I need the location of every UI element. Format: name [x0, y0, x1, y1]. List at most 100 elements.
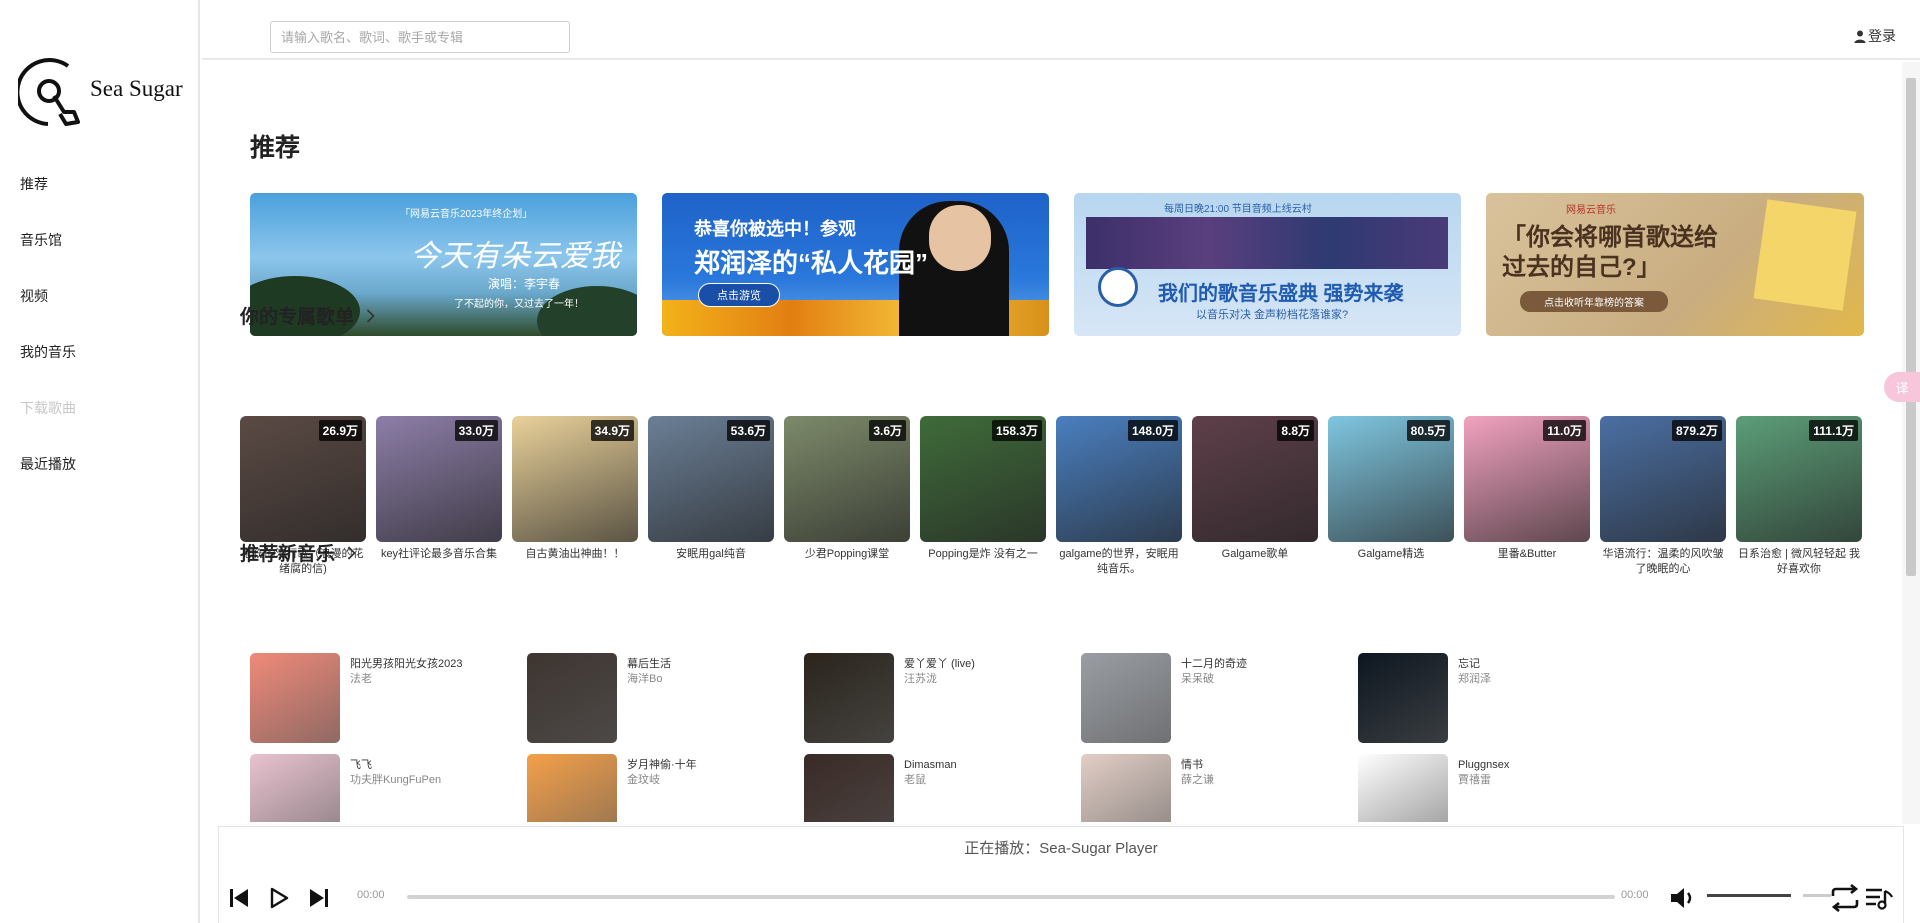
song-item[interactable]: 忘记 郑润泽 — [1358, 653, 1628, 745]
sidebar-item-my-music[interactable]: 我的音乐 — [20, 343, 76, 399]
song-item[interactable]: 飞飞 功夫胖KungFuPen — [250, 754, 520, 822]
banner-4-button[interactable]: 点击收听年靠榜的答案 — [1520, 291, 1668, 312]
playlist-name[interactable]: 日系治愈 | 微风轻轻起 我好喜欢你 — [1736, 547, 1862, 577]
playlist-name[interactable]: 少君Popping课堂 — [784, 547, 910, 562]
song-item[interactable]: Pluggnsex 賈禧雷 — [1358, 754, 1628, 822]
main-scrollbar[interactable] — [1902, 62, 1920, 824]
song-item[interactable]: 岁月神偷·十年 金玟岐 — [527, 754, 797, 822]
song-artist[interactable]: 老鼠 — [904, 773, 957, 788]
playlist-cover[interactable]: 158.3万 — [920, 416, 1046, 542]
song-item[interactable]: Dimasman 老鼠 — [804, 754, 1074, 822]
playlist-cover[interactable]: 33.0万 — [376, 416, 502, 542]
song-cover[interactable] — [527, 653, 617, 743]
playlist-card[interactable]: 158.3万 Popping是炸 没有之一 — [920, 416, 1046, 562]
progress-bar[interactable] — [407, 895, 1615, 899]
song-cover[interactable] — [527, 754, 617, 822]
playlist-name[interactable]: key社评论最多音乐合集 — [376, 547, 502, 562]
playlist-card[interactable]: 80.5万 Galgame精选 — [1328, 416, 1454, 562]
playlist-cover[interactable]: 80.5万 — [1328, 416, 1454, 542]
playlist-cover[interactable]: 3.6万 — [784, 416, 910, 542]
song-artist[interactable]: 郑润泽 — [1458, 672, 1491, 687]
playlist-name[interactable]: 安眠用gal纯音 — [648, 547, 774, 562]
playlist-card[interactable]: 879.2万华语流行：温柔的风吹皱了晚眠的心 — [1600, 416, 1726, 577]
playlist-card[interactable]: 148.0万 galgame的世界，安眠用纯音乐。 — [1056, 416, 1182, 577]
playlist-cover[interactable]: 8.8万 — [1192, 416, 1318, 542]
song-artist[interactable]: 賈禧雷 — [1458, 773, 1509, 788]
song-item[interactable]: 十二月的奇迹 呆呆破 — [1081, 653, 1351, 745]
playlist-name[interactable]: 华语流行：温柔的风吹皱了晚眠的心 — [1600, 547, 1726, 577]
song-item[interactable]: 爱丫爱丫 (live) 汪苏泷 — [804, 653, 1074, 745]
song-title[interactable]: 飞飞 — [350, 758, 441, 773]
next-button[interactable] — [305, 885, 333, 911]
song-artist[interactable]: 薛之谦 — [1181, 773, 1214, 788]
playlist-card[interactable]: 11.0万里番&Butter — [1464, 416, 1590, 562]
song-artist[interactable]: 功夫胖KungFuPen — [350, 773, 441, 788]
repeat-button[interactable] — [1829, 884, 1861, 912]
song-title[interactable]: 幕后生活 — [627, 657, 671, 672]
song-cover[interactable] — [804, 653, 894, 743]
song-artist[interactable]: 金玟岐 — [627, 773, 697, 788]
song-title[interactable]: Dimasman — [904, 758, 957, 773]
playlist-card[interactable]: 33.0万 key社评论最多音乐合集 — [376, 416, 502, 562]
song-artist[interactable]: 法老 — [350, 672, 462, 687]
search-input[interactable] — [270, 21, 570, 53]
playlist-card[interactable]: 34.9万自古黄油出神曲！！ — [512, 416, 638, 562]
playlist-cover[interactable]: 879.2万 — [1600, 416, 1726, 542]
playlist-cover[interactable]: 34.9万 — [512, 416, 638, 542]
song-cover[interactable] — [250, 653, 340, 743]
sidebar-item-recommend[interactable]: 推荐 — [20, 175, 76, 231]
song-artist[interactable]: 海洋Bo — [627, 672, 671, 687]
playlist-name[interactable]: Popping是炸 没有之一 — [920, 547, 1046, 562]
banner-4[interactable]: 网易云音乐 「你会将哪首歌送给过去的自己?」 点击收听年靠榜的答案 — [1486, 193, 1864, 336]
sidebar-item-recent[interactable]: 最近播放 — [20, 455, 76, 511]
song-title[interactable]: Pluggnsex — [1458, 758, 1509, 773]
playlist-cover[interactable]: 53.6万 — [648, 416, 774, 542]
playlist-card[interactable]: 3.6万少君Popping课堂 — [784, 416, 910, 562]
banner-2-button[interactable]: 点击游览 — [698, 283, 780, 307]
translate-button[interactable]: 译 — [1884, 372, 1920, 402]
playlist-cover[interactable]: 26.9万 — [240, 416, 366, 542]
song-title[interactable]: 情书 — [1181, 758, 1214, 773]
song-cover[interactable] — [1358, 653, 1448, 743]
playlist-cover[interactable]: 11.0万 — [1464, 416, 1590, 542]
playlist-name[interactable]: Galgame歌单 — [1192, 547, 1318, 562]
song-title[interactable]: 阳光男孩阳光女孩2023 — [350, 657, 462, 672]
song-cover[interactable] — [1358, 754, 1448, 822]
song-title[interactable]: 忘记 — [1458, 657, 1491, 672]
scrollbar-thumb[interactable] — [1906, 78, 1916, 576]
playlist-name[interactable]: 里番&Butter — [1464, 547, 1590, 562]
playlist-card[interactable]: 8.8万 Galgame歌单 — [1192, 416, 1318, 562]
song-artist[interactable]: 汪苏泷 — [904, 672, 975, 687]
song-cover[interactable] — [1081, 754, 1171, 822]
banner-3[interactable]: 每周日晚21:00 节目音频上线云村 我们的歌音乐盛典 强势来袭 以音乐对决 金… — [1074, 193, 1461, 336]
banner-2[interactable]: 恭喜你被选中！参观 郑润泽的“私人花园” 点击游览 — [662, 193, 1049, 336]
playlists-section-title[interactable]: 你的专属歌单 — [240, 302, 375, 329]
playlist-queue-button[interactable] — [1863, 885, 1895, 911]
playlist-card[interactable]: 111.1万日系治愈 | 微风轻轻起 我好喜欢你 — [1736, 416, 1862, 577]
login-button[interactable]: 登录 — [1854, 26, 1896, 46]
song-cover[interactable] — [250, 754, 340, 822]
song-item[interactable]: 幕后生活 海洋Bo — [527, 653, 797, 745]
song-title[interactable]: 岁月神偷·十年 — [627, 758, 697, 773]
play-button[interactable] — [265, 885, 293, 911]
volume-slider[interactable] — [1707, 894, 1791, 897]
song-item[interactable]: 阳光男孩阳光女孩2023 法老 — [250, 653, 520, 745]
playlist-name[interactable]: 自古黄油出神曲！！ — [512, 547, 638, 562]
new-music-section-title[interactable]: 推荐新音乐 — [240, 539, 356, 566]
playlist-name[interactable]: Galgame精选 — [1328, 547, 1454, 562]
sidebar-item-music-hall[interactable]: 音乐馆 — [20, 231, 76, 287]
song-item[interactable]: 情书 薛之谦 — [1081, 754, 1351, 822]
playlist-name[interactable]: galgame的世界，安眠用纯音乐。 — [1056, 547, 1182, 577]
previous-button[interactable] — [225, 885, 253, 911]
sidebar-item-video[interactable]: 视频 — [20, 287, 76, 343]
song-artist[interactable]: 呆呆破 — [1181, 672, 1247, 687]
song-cover[interactable] — [1081, 653, 1171, 743]
playlist-cover[interactable]: 111.1万 — [1736, 416, 1862, 542]
playlist-card[interactable]: 53.6万安眠用gal纯音 — [648, 416, 774, 562]
playlist-cover[interactable]: 148.0万 — [1056, 416, 1182, 542]
song-title[interactable]: 十二月的奇迹 — [1181, 657, 1247, 672]
volume-button[interactable] — [1669, 885, 1697, 911]
logo[interactable]: Sea Sugar — [15, 52, 188, 132]
song-cover[interactable] — [804, 754, 894, 822]
song-title[interactable]: 爱丫爱丫 (live) — [904, 657, 975, 672]
